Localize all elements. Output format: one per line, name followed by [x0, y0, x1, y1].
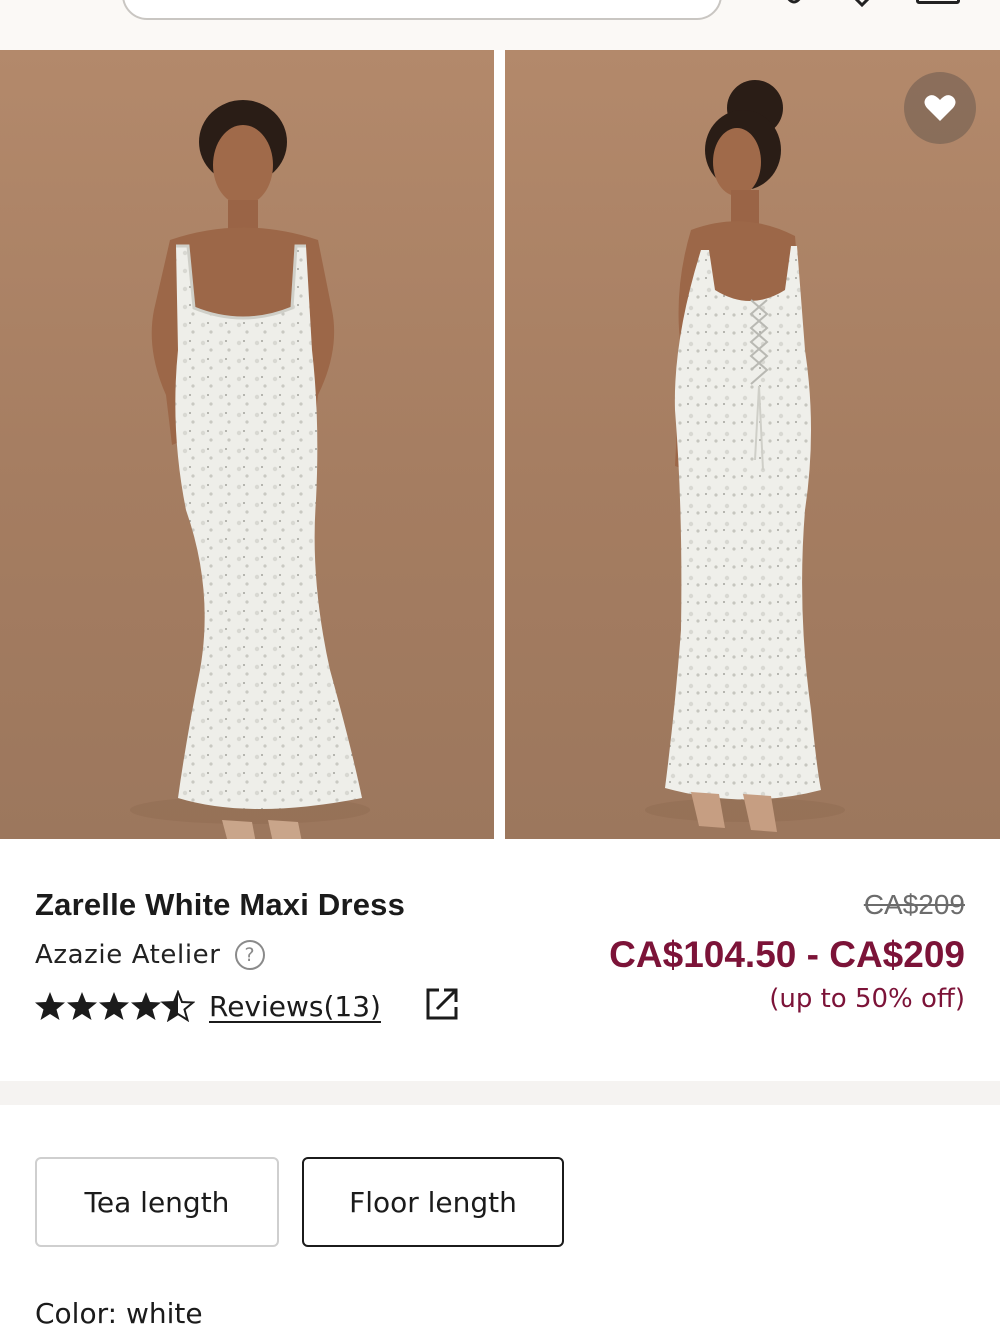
reviews-row: Reviews(13) [35, 987, 459, 1025]
top-header [0, 0, 1000, 50]
star-rating-icon [35, 991, 194, 1021]
brand-name[interactable]: Azazie Atelier [35, 940, 221, 970]
reviews-link[interactable]: Reviews(13) [209, 990, 381, 1023]
original-price: CA$209 [863, 889, 965, 920]
heart-icon[interactable] [850, 0, 874, 11]
rating-stars [35, 990, 195, 1022]
option-tea-length[interactable]: Tea length [35, 1157, 279, 1247]
section-divider [0, 1081, 1000, 1105]
help-icon[interactable]: ? [234, 940, 265, 970]
brand-row: Azazie Atelier ? [35, 940, 265, 970]
bag-icon[interactable] [916, 0, 960, 4]
product-title: Zarelle White Maxi Dress [35, 887, 406, 922]
length-options: Tea length Floor length Color: white [0, 1105, 1000, 1333]
color-label: Color: white [35, 1297, 203, 1330]
user-icon[interactable] [780, 0, 808, 11]
wishlist-button[interactable] [904, 72, 976, 144]
product-info: Zarelle White Maxi Dress Azazie Atelier … [0, 839, 1000, 1081]
external-link-icon[interactable] [425, 987, 459, 1025]
search-input[interactable] [122, 0, 722, 20]
product-gallery [0, 50, 1000, 839]
sale-price-range: CA$104.50 - CA$209 [609, 934, 965, 975]
dress-front-image[interactable] [0, 50, 494, 839]
heart-icon [924, 94, 956, 122]
option-floor-length[interactable]: Floor length [302, 1157, 564, 1247]
dress-back-image[interactable] [505, 50, 1000, 839]
product-page: Zarelle White Maxi Dress Azazie Atelier … [0, 0, 1000, 1333]
discount-note: (up to 50% off) [769, 984, 965, 1014]
